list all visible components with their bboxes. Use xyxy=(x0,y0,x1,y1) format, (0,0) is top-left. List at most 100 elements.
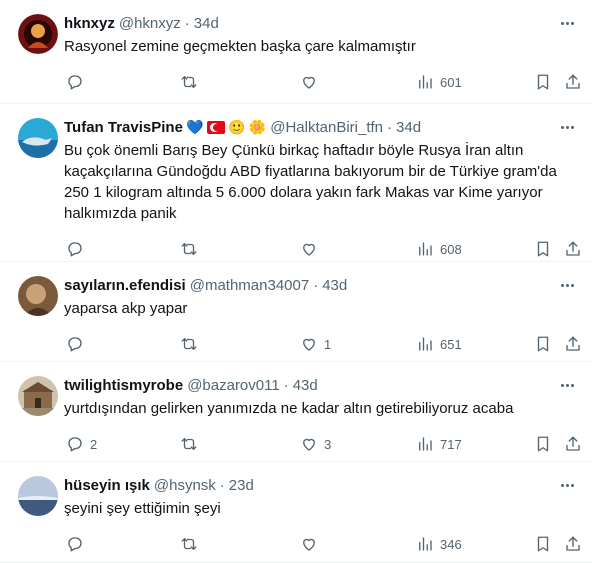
bookmark-icon xyxy=(537,241,549,257)
reply-button[interactable] xyxy=(66,71,90,93)
user-handle[interactable]: @mathman34007 xyxy=(190,277,309,294)
retweet-icon xyxy=(181,76,197,88)
like-button[interactable] xyxy=(300,533,324,555)
share-icon xyxy=(566,74,580,89)
view-count: 601 xyxy=(440,74,462,90)
views-button[interactable]: 651 xyxy=(416,333,462,355)
share-icon xyxy=(566,336,580,351)
like-button[interactable]: 3 xyxy=(300,433,331,455)
avatar[interactable] xyxy=(18,376,58,416)
views-icon xyxy=(419,75,432,89)
share-icon xyxy=(566,436,580,451)
tweet[interactable]: Tufan TravisPine 💙 🙂 🌼 @HalktanBiri_tfn … xyxy=(0,104,592,262)
tweet-text: şeyini şey ettiğimin şeyi xyxy=(64,500,221,517)
reply-button[interactable] xyxy=(66,533,90,555)
reply-button[interactable]: 2 xyxy=(66,433,97,455)
blue-heart-emoji: 💙 xyxy=(185,119,204,135)
timestamp[interactable]: 23d xyxy=(229,477,254,494)
avatar[interactable] xyxy=(18,118,58,158)
like-icon xyxy=(303,243,315,256)
separator-dot: · xyxy=(387,118,393,136)
separator-dot: · xyxy=(283,376,289,394)
more-icon[interactable] xyxy=(556,14,578,32)
share-button[interactable] xyxy=(564,433,582,455)
display-name[interactable]: sayıların.efendisi xyxy=(64,277,186,294)
share-button[interactable] xyxy=(564,238,582,260)
views-button[interactable]: 608 xyxy=(416,238,462,260)
display-name[interactable]: hknxyz xyxy=(64,15,115,32)
bookmark-icon xyxy=(537,536,549,552)
tweet-text: yurtdışından gelirken yanımızda ne kadar… xyxy=(64,400,514,417)
share-icon xyxy=(566,241,580,256)
tweet[interactable]: sayıların.efendisi @mathman34007 · 43d y… xyxy=(0,262,592,362)
share-button[interactable] xyxy=(564,333,582,355)
user-handle[interactable]: @hsynsk xyxy=(154,477,216,494)
views-icon xyxy=(419,537,432,551)
bookmark-button[interactable] xyxy=(534,333,552,355)
bookmark-button[interactable] xyxy=(534,238,552,260)
more-icon[interactable] xyxy=(556,476,578,494)
like-icon xyxy=(303,338,315,351)
bookmark-icon xyxy=(537,336,549,352)
more-icon[interactable] xyxy=(556,276,578,294)
views-icon xyxy=(419,242,432,256)
timestamp[interactable]: 43d xyxy=(322,277,347,294)
retweet-button[interactable] xyxy=(180,71,204,93)
like-button[interactable]: 1 xyxy=(300,333,331,355)
like-button[interactable] xyxy=(300,238,324,260)
view-count: 651 xyxy=(440,336,462,352)
views-icon xyxy=(419,337,432,351)
more-icon[interactable] xyxy=(556,376,578,394)
share-button[interactable] xyxy=(564,71,582,93)
reply-icon xyxy=(68,437,82,452)
retweet-icon xyxy=(181,338,197,350)
user-handle[interactable]: @hknxyz xyxy=(119,15,181,32)
reply-button[interactable] xyxy=(66,333,90,355)
like-icon xyxy=(303,538,315,551)
action-bar: 601 xyxy=(64,63,580,103)
timestamp[interactable]: 34d xyxy=(396,119,421,136)
avatar[interactable] xyxy=(18,276,58,316)
retweet-button[interactable] xyxy=(180,433,204,455)
like-button[interactable] xyxy=(300,71,324,93)
blossom-emoji: 🌼 xyxy=(248,119,267,135)
action-bar: 346 xyxy=(64,525,580,563)
timestamp[interactable]: 43d xyxy=(293,377,318,394)
bookmark-icon xyxy=(537,436,549,452)
reply-icon xyxy=(68,75,82,90)
bookmark-button[interactable] xyxy=(534,71,552,93)
retweet-icon xyxy=(181,438,197,450)
views-button[interactable]: 601 xyxy=(416,71,462,93)
view-count: 717 xyxy=(440,436,462,452)
tweet-text: Bu çok önemli Barış Bey Çünkü birkaç haf… xyxy=(64,142,557,222)
views-button[interactable]: 717 xyxy=(416,433,462,455)
display-name[interactable]: Tufan TravisPine xyxy=(64,119,183,136)
avatar[interactable] xyxy=(18,476,58,516)
retweet-button[interactable] xyxy=(180,238,204,260)
reply-count: 2 xyxy=(90,436,98,452)
timestamp[interactable]: 34d xyxy=(194,15,219,32)
separator-dot: · xyxy=(184,14,190,32)
tweet[interactable]: hüseyin ışık @hsynsk · 23d şeyini şey et… xyxy=(0,462,592,563)
display-name[interactable]: hüseyin ışık xyxy=(64,477,150,494)
bookmark-button[interactable] xyxy=(534,533,552,555)
reply-icon xyxy=(68,537,82,552)
reply-icon xyxy=(68,242,82,257)
tweet-text: Rasyonel zemine geçmekten başka çare kal… xyxy=(64,38,416,55)
bookmark-button[interactable] xyxy=(534,433,552,455)
more-icon[interactable] xyxy=(556,118,578,136)
tweet[interactable]: hknxyz @hknxyz · 34d Rasyonel zemine geç… xyxy=(0,0,592,104)
tweet[interactable]: twilightismyrobe @bazarov011 · 43d yurtd… xyxy=(0,362,592,462)
avatar[interactable] xyxy=(18,14,58,54)
retweet-button[interactable] xyxy=(180,333,204,355)
like-count: 1 xyxy=(324,336,332,352)
user-handle[interactable]: @bazarov011 xyxy=(187,377,280,394)
action-bar: 2 3 717 xyxy=(64,425,580,465)
display-name[interactable]: twilightismyrobe xyxy=(64,377,183,394)
reply-button[interactable] xyxy=(66,238,90,260)
retweet-button[interactable] xyxy=(180,533,204,555)
views-button[interactable]: 346 xyxy=(416,533,462,555)
share-button[interactable] xyxy=(564,533,582,555)
view-count: 608 xyxy=(440,241,462,257)
user-handle[interactable]: @HalktanBiri_tfn xyxy=(270,119,383,136)
